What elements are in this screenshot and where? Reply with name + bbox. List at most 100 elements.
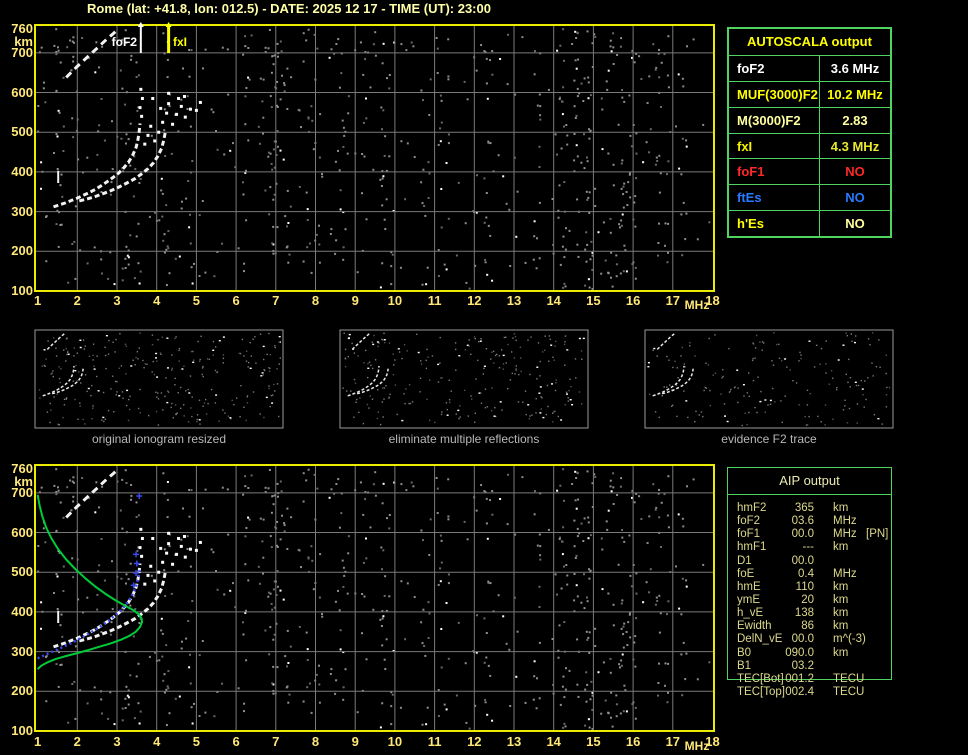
y-tick-label: 760 [11,20,33,36]
y-tick-label: 760 [11,460,33,476]
x-tick-label: 9 [351,293,359,308]
y-tick-label: 500 [11,124,33,140]
autoscala-output-table: AUTOSCALA output foF2 3.6 MHz MUF(3000)F2 1… [727,27,892,238]
autoscala-param-value: NO [845,190,865,206]
aip-param-value: 00.0 [791,528,814,541]
y-tick-label: 100 [11,283,33,298]
x-tick-label: 2 [73,734,81,749]
autoscala-param-value: NO [845,216,865,232]
x-tick-label: 11 [427,734,442,749]
autoscala-param-label: M(3000)F2 [729,107,820,133]
autoscala-param-label: ftEs [729,185,820,211]
aip-row: Ewidth 86 km [728,620,891,633]
aip-param-unit: km [833,541,849,554]
aip-row: TEC[Bot] 001.2 TECU [728,673,891,686]
y-tick-label: 700 [11,484,33,500]
autoscala-param-label: MUF(3000)F2 [729,81,820,107]
autoscala-row: M(3000)F2 2.83 [729,107,890,134]
autoscala-row: ftEs NO [729,185,890,212]
x-tick-label: 12 [467,734,482,749]
autoscala-table-rows: foF2 3.6 MHz MUF(3000)F2 10.2 MHz M(3000)F2 2… [729,56,890,237]
y-tick-label: 700 [11,44,33,60]
aip-param-value: 00.0 [791,633,814,646]
x-tick-label: 14 [546,734,561,749]
autoscala-param-value: 2.83 [842,112,868,128]
x-tick-label: 16 [625,293,641,308]
aip-param-unit: km [833,646,849,659]
x-tick-label: 8 [311,734,320,749]
aip-row: hmE 110 km [728,581,891,594]
x-tick-label: 3 [113,734,121,749]
aip-param-extra: [PN] [866,528,889,541]
y-tick-label: 400 [11,603,33,619]
aip-row: ymE 20 km [728,594,891,607]
autoscala-param-value: NO [845,164,865,180]
aip-param-value: 03.6 [791,515,814,528]
x-tick-label: 18 [705,734,720,749]
autoscala-param-label: foF2 [729,56,820,81]
aip-param-value: 03.2 [791,659,814,672]
aip-table-rows: hmF2 365 km foF2 03.6 MHz foF1 00.0 MHz [PN] hmF1-… [728,495,891,699]
aip-param-value: 20 [801,593,814,606]
autoscala-param-value: 4.3 MHz [830,138,880,154]
y-tick-label: 200 [11,683,33,699]
aip-param-value: 0.4 [798,567,814,580]
x-tick-label: 4 [153,293,161,308]
thumbnail-caption-evidence: evidence F2 trace [721,432,817,446]
x-tick-label: 18 [705,293,720,308]
aip-row: foE 0.4 MHz [728,568,891,581]
x-tick-label: 10 [387,293,403,308]
aip-row: B0 090.0 km [728,647,891,660]
page-title: Rome (lat: +41.8, lon: 012.5) - DATE: 20… [87,1,491,16]
autoscala-app-window: Rome (lat: +41.8, lon: 012.5) - DATE: 20… [0,0,968,755]
aip-row: TEC[Top] 002.4 TECU [728,686,891,699]
y-tick-label: 300 [11,203,33,219]
y-tick-label: 200 [11,243,33,259]
x-tick-label: 7 [272,734,280,749]
thumbnail-caption-eliminate: eliminate multiple reflections [388,432,540,446]
autoscala-row: MUF(3000)F2 10.2 MHz [729,81,890,108]
x-tick-label: 13 [506,734,522,749]
x-tick-label: 3 [113,293,121,308]
aip-param-unit: TECU [833,672,865,685]
aip-param-unit: MHz [833,528,857,541]
x-tick-label: 2 [73,293,81,308]
aip-param-value: --- [802,541,815,554]
autoscala-row: foF1 NO [729,159,890,186]
x-tick-label: 8 [311,293,320,308]
x-tick-label: 6 [232,734,240,749]
aip-row: DelN_vE 00.0 m^(-3) [728,633,891,646]
y-tick-label: 100 [11,723,33,738]
aip-param-unit: m^(-3) [833,633,866,646]
aip-param-value: 365 [794,502,814,514]
x-tick-label: 9 [351,734,359,749]
aip-param-unit: MHz [833,515,857,528]
y-tick-label: 600 [11,524,33,540]
aip-param-unit: km [833,593,849,606]
aip-param-value: 138 [794,607,814,620]
x-tick-label: 5 [192,293,200,308]
x-tick-label: 12 [467,293,482,308]
aip-output-table: AIP output hmF2 365 km foF2 03.6 MHz foF1 00.0 M… [727,467,892,698]
autoscala-param-label: foF1 [729,159,820,185]
aip-row: foF1 00.0 MHz [PN] [728,528,891,541]
aip-param-value: 090.0 [785,646,814,659]
aip-row: foF2 03.6 MHz [728,515,891,528]
aip-param-unit: TECU [833,685,865,698]
aip-row: h_vE 138 km [728,607,891,620]
x-tick-label: 16 [625,734,641,749]
x-tick-label: 11 [427,293,442,308]
autoscala-row: h'Es NO [729,211,890,237]
aip-param-unit: km [833,607,849,620]
autoscala-param-label: fxI [729,133,820,159]
aip-param-value: 002.4 [785,685,814,698]
aip-param-unit: km [833,620,849,633]
aip-param-unit: km [833,502,849,514]
aip-param-value: 110 [795,580,814,593]
y-tick-label: 400 [11,163,33,179]
x-tick-label: 7 [272,293,280,308]
autoscala-row: fxI 4.3 MHz [729,133,890,160]
x-tick-label: 13 [506,293,522,308]
x-tick-label: 5 [192,734,200,749]
fxi-marker-label: fxI [173,35,188,49]
